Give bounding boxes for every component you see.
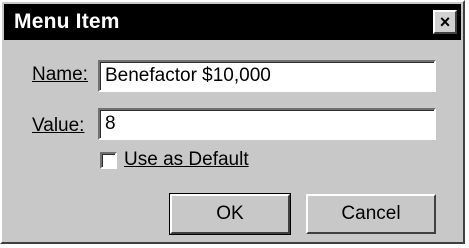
- close-icon: ×: [439, 12, 451, 32]
- use-as-default-label[interactable]: Use as Default: [124, 149, 249, 171]
- name-label: Name:: [32, 64, 88, 86]
- name-input[interactable]: Benefactor $10,000: [98, 60, 436, 92]
- value-input[interactable]: 8: [98, 108, 436, 140]
- value-label: Value:: [32, 115, 84, 137]
- use-as-default-checkbox[interactable]: [100, 152, 117, 169]
- value-label-text: Value:: [32, 115, 85, 136]
- ok-button[interactable]: OK: [169, 193, 291, 235]
- name-label-text: Name:: [32, 64, 88, 85]
- dialog-title: Menu Item: [14, 10, 120, 33]
- cancel-button[interactable]: Cancel: [306, 194, 436, 234]
- close-button[interactable]: ×: [433, 10, 457, 34]
- menu-item-dialog: Menu Item × Name: Benefactor $10,000 Val…: [0, 0, 465, 244]
- use-as-default-label-text: Use as Default: [124, 149, 249, 170]
- title-bar: Menu Item ×: [4, 4, 461, 40]
